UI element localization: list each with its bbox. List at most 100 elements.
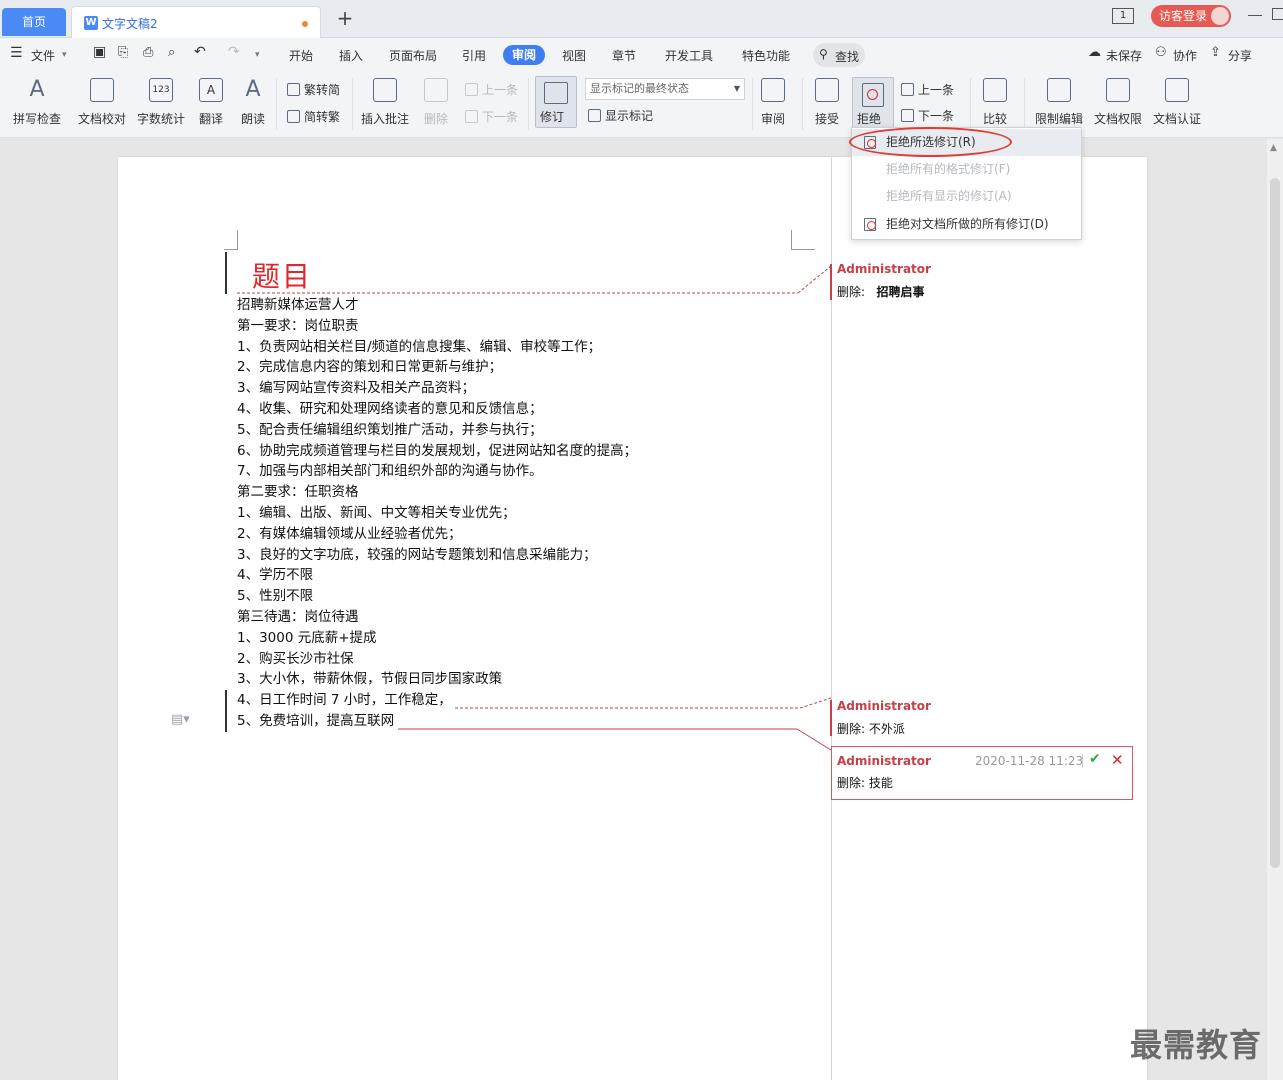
comment-deleted-text: 招聘启事 (876, 285, 925, 299)
tab-home[interactable]: 首页 (2, 8, 66, 36)
delete-comment-button[interactable]: 删除 (418, 78, 454, 127)
redo-icon[interactable]: ↷ (228, 44, 240, 60)
document-line[interactable]: 1、编辑、出版、新闻、中文等相关专业优先； (237, 503, 516, 523)
tab-document[interactable]: W 文字文稿2 (71, 6, 321, 38)
document-line[interactable]: 4、学历不限 (237, 565, 313, 585)
print-icon[interactable]: ⎙ (143, 45, 153, 60)
translate-icon: A (199, 78, 223, 102)
document-line[interactable]: 2、购买长沙市社保 (237, 649, 354, 669)
spell-check-button[interactable]: A 拼写检查 (8, 78, 66, 127)
reject-format-item[interactable]: 拒绝所有的格式修订(F) (852, 156, 1081, 183)
next-revision-button[interactable]: 下一条 (901, 107, 954, 124)
comment-body[interactable]: 删除: 技能 (837, 774, 893, 791)
avatar (1211, 7, 1229, 25)
document-title[interactable]: 题目 (252, 255, 312, 295)
document-line[interactable]: 1、3000 元底薪+提成 (237, 628, 377, 648)
trad-to-simp-button[interactable]: 繁转简 (287, 81, 340, 98)
document-line[interactable]: 3、良好的文字功底，较强的网站专题策划和信息采编能力； (237, 545, 597, 565)
maximize-icon[interactable] (1272, 8, 1283, 20)
search-label: 查找 (835, 50, 860, 64)
simp-to-trad-icon (287, 110, 300, 123)
paragraph-menu-icon[interactable]: ▤▾ (171, 712, 190, 727)
insert-comment-button[interactable]: 插入批注 (360, 78, 410, 127)
prev-comment-button[interactable]: 上一条 (465, 81, 518, 98)
window-count-button[interactable]: 1 (1112, 8, 1134, 24)
comment-body[interactable]: 删除: 招聘启事 (837, 283, 925, 300)
menu-page-layout[interactable]: 页面布局 (389, 47, 437, 64)
collab-button[interactable]: 协作 (1173, 47, 1197, 64)
comment-body[interactable]: 删除: 不外派 (837, 720, 905, 737)
chevron-down-icon[interactable]: ▾ (62, 50, 67, 60)
read-aloud-button[interactable]: A 朗读 (238, 78, 268, 127)
menu-review[interactable]: 审阅 (503, 45, 545, 65)
guest-login-button[interactable]: 访客登录 (1151, 5, 1231, 27)
document-line[interactable]: 2、有媒体编辑领域从业经验者优先； (237, 524, 462, 544)
scrollbar-thumb[interactable] (1270, 178, 1280, 868)
tab-document-label: 文字文稿2 (102, 17, 158, 31)
comment-divider (1082, 754, 1083, 768)
menu-special[interactable]: 特色功能 (742, 47, 790, 64)
document-line[interactable]: 5、免费培训，提高互联网 (237, 711, 394, 731)
unsaved-status[interactable]: 未保存 (1106, 47, 1142, 64)
compare-button[interactable]: 比较 (978, 78, 1012, 127)
document-line[interactable]: 5、性别不限 (237, 586, 313, 606)
word-count-button[interactable]: 123 字数统计 (135, 78, 187, 127)
reject-all-item[interactable]: 拒绝对文档所做的所有修订(D) (852, 211, 1081, 238)
scroll-up-icon[interactable]: ▲ (1270, 143, 1277, 153)
document-line[interactable]: 第一要求：岗位职责 (237, 316, 359, 336)
menu-file[interactable]: 文件 (31, 47, 55, 64)
reject-shown-item[interactable]: 拒绝所有显示的修订(A) (852, 183, 1081, 210)
document-line[interactable]: 3、编写网站宣传资料及相关产品资料； (237, 378, 475, 398)
document-line[interactable]: 6、协助完成频道管理与栏目的发展规划，促进网站知名度的提高； (237, 441, 637, 461)
document-line[interactable]: 招聘新媒体运营人才 (237, 295, 359, 315)
menu-reference[interactable]: 引用 (462, 47, 486, 64)
doc-permission-button[interactable]: 文档权限 (1092, 78, 1144, 127)
reject-button[interactable]: 拒绝 (852, 77, 894, 129)
menu-start[interactable]: 开始 (289, 47, 313, 64)
document-line[interactable]: 3、大小休，带薪休假，节假日同步国家政策 (237, 669, 502, 689)
menu-developer[interactable]: 开发工具 (665, 47, 713, 64)
crop-mark (791, 230, 815, 250)
doc-proofread-button[interactable]: 文档校对 (76, 78, 128, 127)
document-line[interactable]: 第二要求：任职资格 (237, 482, 359, 502)
quick-access-chevron-icon[interactable]: ▾ (255, 50, 260, 60)
export-pdf-icon[interactable]: ⎘ (118, 45, 128, 60)
show-markup-button[interactable]: 显示标记 (588, 107, 653, 124)
undo-icon[interactable]: ↶ (194, 44, 206, 60)
comment-label: 删除: (837, 776, 866, 790)
document-line[interactable]: 第三待遇：岗位待遇 (237, 607, 359, 627)
track-changes-button[interactable]: 修订 (535, 76, 577, 128)
document-line[interactable]: 4、收集、研究和处理网络读者的意见和反馈信息； (237, 399, 543, 419)
print-preview-icon[interactable]: ⌕ (168, 45, 175, 60)
reject-x-icon[interactable]: ✕ (1111, 751, 1124, 769)
search-button[interactable]: ⚲ 查找 (813, 43, 865, 67)
minimize-icon[interactable] (1248, 8, 1262, 16)
restrict-edit-label: 限制编辑 (1034, 112, 1083, 126)
document-line[interactable]: 2、完成信息内容的策划和日常更新与维护； (237, 357, 502, 377)
display-mode-select[interactable]: 显示标记的最终状态 ▼ (585, 78, 745, 100)
prev-revision-button[interactable]: 上一条 (901, 81, 954, 98)
next-comment-button[interactable]: 下一条 (465, 108, 518, 125)
menu-section[interactable]: 章节 (612, 47, 636, 64)
menu-insert[interactable]: 插入 (339, 47, 363, 64)
hamburger-icon[interactable]: ☰ (10, 45, 23, 61)
review-pane-button[interactable]: 审阅 (756, 78, 790, 127)
translate-button[interactable]: A 翻译 (194, 78, 228, 127)
share-button[interactable]: 分享 (1228, 47, 1252, 64)
restrict-edit-button[interactable]: 限制编辑 (1033, 78, 1085, 127)
document-line[interactable]: 7、加强与内部相关部门和组织外部的沟通与协作。 (237, 461, 543, 481)
reject-icon (862, 83, 884, 107)
accept-button[interactable]: 接受 (810, 78, 844, 127)
new-tab-button[interactable]: + (334, 8, 356, 30)
save-icon[interactable]: ▣ (93, 44, 106, 60)
accept-check-icon[interactable]: ✔ (1089, 751, 1101, 767)
document-line[interactable]: 5、配合责任编辑组织策划推广活动，并参与执行； (237, 420, 543, 440)
highlight-oval (849, 127, 1012, 157)
menu-view[interactable]: 视图 (562, 47, 586, 64)
doc-cert-button[interactable]: 文档认证 (1151, 78, 1203, 127)
prev-comment-label: 上一条 (482, 83, 519, 97)
document-line[interactable]: 4、日工作时间 7 小时，工作稳定， (237, 690, 452, 710)
doc-proofread-icon (90, 78, 114, 102)
document-line[interactable]: 1、负责网站相关栏目/频道的信息搜集、编辑、审校等工作； (237, 337, 601, 357)
simp-to-trad-button[interactable]: 简转繁 (287, 108, 340, 125)
